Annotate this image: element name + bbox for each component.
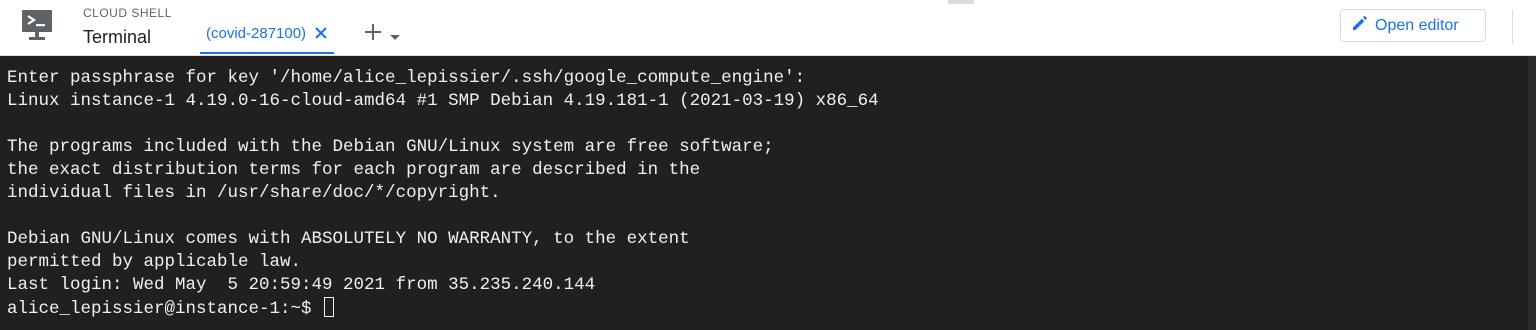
- terminal-line: Enter passphrase for key '/home/alice_le…: [7, 68, 806, 88]
- shell-prompt: alice_lepissier@instance-1:~$: [7, 299, 323, 319]
- product-label: CLOUD SHELL: [83, 6, 172, 20]
- open-editor-label: Open editor: [1375, 16, 1459, 34]
- terminal-line: Last login: Wed May 5 20:59:49 2021 from…: [7, 275, 596, 295]
- pencil-icon: [1351, 14, 1369, 37]
- terminal-cursor: [324, 297, 335, 317]
- cloud-shell-terminal-icon: [19, 8, 57, 42]
- terminal-line: individual files in /usr/share/doc/*/cop…: [7, 183, 501, 203]
- chevron-down-icon[interactable]: [390, 29, 400, 40]
- terminal-scrollbar[interactable]: [1528, 56, 1536, 330]
- page-title: Terminal: [83, 27, 152, 47]
- resize-handle[interactable]: [948, 0, 974, 4]
- terminal-line: Linux instance-1 4.19.0-16-cloud-amd64 #…: [7, 91, 879, 111]
- tab-label: (covid-287100): [206, 24, 307, 42]
- terminal-line: the exact distribution terms for each pr…: [7, 160, 701, 180]
- terminal-output[interactable]: Enter passphrase for key '/home/alice_le…: [0, 56, 1536, 330]
- close-icon[interactable]: [314, 26, 328, 40]
- terminal-line: permitted by applicable law.: [7, 252, 302, 272]
- tab-covid-287100[interactable]: (covid-287100): [200, 14, 335, 54]
- open-editor-button[interactable]: Open editor: [1340, 9, 1486, 42]
- terminal-line: Debian GNU/Linux comes with ABSOLUTELY N…: [7, 229, 690, 249]
- plus-icon[interactable]: [363, 22, 383, 42]
- terminal-line: The programs included with the Debian GN…: [7, 137, 774, 157]
- cloud-shell-header: CLOUD SHELL Terminal (covid-287100) Open…: [0, 0, 1536, 56]
- divider: [1512, 10, 1513, 44]
- terminal-prompt-line[interactable]: alice_lepissier@instance-1:~$: [7, 297, 1536, 320]
